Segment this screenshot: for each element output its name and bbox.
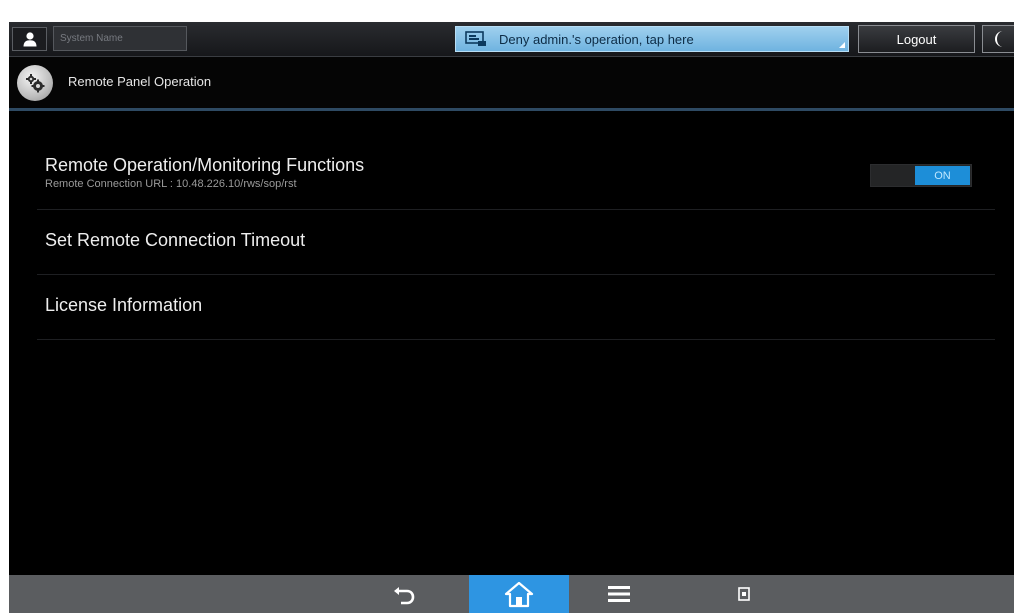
license-information-title: License Information (45, 295, 203, 315)
moon-icon (995, 31, 1003, 47)
deny-admin-operation-button[interactable]: Deny admin.'s operation, tap here (455, 26, 849, 52)
title-divider (9, 108, 1014, 111)
user-icon (23, 32, 36, 47)
menu-button[interactable] (579, 575, 659, 613)
remote-screen-icon (465, 31, 486, 46)
top-status-bar: System Name Deny admin.'s operation, tap… (9, 22, 1014, 57)
bottom-navigation-bar (9, 575, 1014, 613)
menu-icon (608, 586, 630, 602)
back-button[interactable] (369, 575, 439, 613)
remote-timeout-title: Set Remote Connection Timeout (45, 230, 306, 250)
remote-connection-url: Remote Connection URL : 10.48.226.10/rws… (45, 178, 297, 190)
stop-icon (738, 587, 750, 601)
back-arrow-icon (394, 587, 415, 605)
user-button[interactable] (12, 27, 47, 51)
toggle-on-label: ON (915, 166, 970, 185)
gear-icon (17, 65, 53, 101)
page-title: Remote Panel Operation (68, 74, 212, 89)
list-item-remote-operation[interactable]: Remote Operation/Monitoring Functions Re… (37, 142, 995, 210)
home-button[interactable] (469, 575, 569, 613)
list-item-license-information[interactable]: License Information (37, 275, 995, 340)
stop-button[interactable] (719, 575, 769, 613)
title-bar: Remote Panel Operation (9, 57, 1014, 109)
corner-marker (839, 42, 845, 48)
deny-button-label: Deny admin.'s operation, tap here (499, 31, 694, 47)
user-name-display: System Name (53, 26, 187, 51)
list-item-remote-timeout[interactable]: Set Remote Connection Timeout (37, 210, 995, 275)
logout-button[interactable]: Logout (858, 25, 975, 53)
remote-operation-toggle[interactable]: ON (870, 164, 972, 187)
device-screen: System Name Deny admin.'s operation, tap… (9, 22, 1014, 613)
remote-operation-title: Remote Operation/Monitoring Functions (45, 155, 365, 175)
home-icon (504, 581, 534, 608)
energy-saver-button[interactable] (982, 25, 1014, 53)
